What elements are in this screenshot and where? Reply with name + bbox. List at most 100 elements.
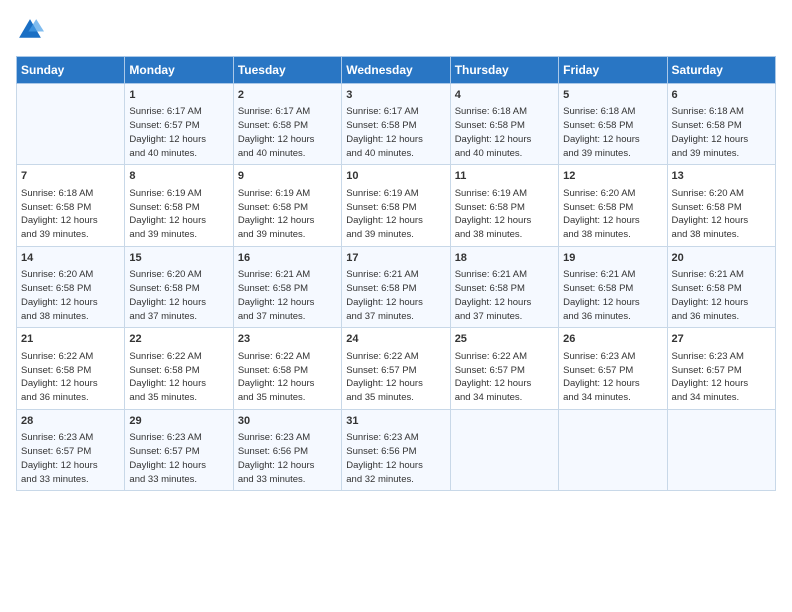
calendar-cell: 9 Sunrise: 6:19 AMSunset: 6:58 PMDaylight… [233, 165, 341, 246]
calendar-cell: 23 Sunrise: 6:22 AMSunset: 6:58 PMDayligh… [233, 328, 341, 409]
calendar-cell: 24 Sunrise: 6:22 AMSunset: 6:57 PMDayligh… [342, 328, 450, 409]
calendar-cell [667, 409, 775, 490]
page-header [16, 16, 776, 44]
calendar-cell [450, 409, 558, 490]
day-info: Sunrise: 6:21 AMSunset: 6:58 PMDaylight:… [238, 268, 337, 323]
day-header-sunday: Sunday [17, 57, 125, 84]
calendar-cell: 20Sunrise: 6:21 AMSunset: 6:58 PMDayligh… [667, 246, 775, 327]
calendar-cell: 18 Sunrise: 6:21 AMSunset: 6:58 PMDayligh… [450, 246, 558, 327]
day-number: 24 [346, 332, 445, 347]
day-number: 6 [672, 88, 771, 103]
day-number: 2 [238, 88, 337, 103]
day-number: 23 [238, 332, 337, 347]
day-info: Sunrise: 6:17 AMSunset: 6:58 PMDaylight:… [238, 105, 337, 160]
calendar-cell: 15 Sunrise: 6:20 AMSunset: 6:58 PMDayligh… [125, 246, 233, 327]
day-header-friday: Friday [559, 57, 667, 84]
day-info: Sunrise: 6:20 AMSunset: 6:58 PMDaylight:… [672, 187, 771, 242]
day-info: Sunrise: 6:20 AMSunset: 6:58 PMDaylight:… [563, 187, 662, 242]
day-number: 19 [563, 251, 662, 266]
day-info: Sunrise: 6:20 AMSunset: 6:58 PMDaylight:… [21, 268, 120, 323]
day-number: 30 [238, 414, 337, 429]
day-number: 15 [129, 251, 228, 266]
calendar-cell: 12 Sunrise: 6:20 AMSunset: 6:58 PMDayligh… [559, 165, 667, 246]
day-number: 17 [346, 251, 445, 266]
day-number: 14 [21, 251, 120, 266]
calendar-week-row: 14 Sunrise: 6:20 AMSunset: 6:58 PMDayligh… [17, 246, 776, 327]
day-info: Sunrise: 6:19 AMSunset: 6:58 PMDaylight:… [455, 187, 554, 242]
day-info: Sunrise: 6:19 AMSunset: 6:58 PMDaylight:… [129, 187, 228, 242]
day-info: Sunrise: 6:18 AMSunset: 6:58 PMDaylight:… [455, 105, 554, 160]
calendar-cell: 6 Sunrise: 6:18 AMSunset: 6:58 PMDaylight… [667, 84, 775, 165]
day-info: Sunrise: 6:21 AMSunset: 6:58 PMDaylight:… [455, 268, 554, 323]
day-info: Sunrise: 6:20 AMSunset: 6:58 PMDaylight:… [129, 268, 228, 323]
day-info: Sunrise: 6:22 AMSunset: 6:58 PMDaylight:… [238, 350, 337, 405]
calendar-cell: 2 Sunrise: 6:17 AMSunset: 6:58 PMDaylight… [233, 84, 341, 165]
calendar-week-row: 28 Sunrise: 6:23 AMSunset: 6:57 PMDayligh… [17, 409, 776, 490]
day-number: 1 [129, 88, 228, 103]
calendar-cell: 31 Sunrise: 6:23 AMSunset: 6:56 PMDayligh… [342, 409, 450, 490]
day-header-thursday: Thursday [450, 57, 558, 84]
logo [16, 16, 48, 44]
day-number: 18 [455, 251, 554, 266]
calendar-cell: 27 Sunrise: 6:23 AMSunset: 6:57 PMDayligh… [667, 328, 775, 409]
day-info: Sunrise: 6:23 AMSunset: 6:57 PMDaylight:… [672, 350, 771, 405]
day-header-monday: Monday [125, 57, 233, 84]
day-number: 4 [455, 88, 554, 103]
day-number: 10 [346, 169, 445, 184]
day-info: Sunrise: 6:21 AMSunset: 6:58 PMDaylight:… [672, 268, 771, 323]
day-header-tuesday: Tuesday [233, 57, 341, 84]
calendar-cell: 10 Sunrise: 6:19 AMSunset: 6:58 PMDayligh… [342, 165, 450, 246]
calendar-header-row: SundayMondayTuesdayWednesdayThursdayFrid… [17, 57, 776, 84]
day-info: Sunrise: 6:22 AMSunset: 6:58 PMDaylight:… [21, 350, 120, 405]
day-header-saturday: Saturday [667, 57, 775, 84]
day-number: 5 [563, 88, 662, 103]
day-number: 27 [672, 332, 771, 347]
day-number: 16 [238, 251, 337, 266]
day-number: 26 [563, 332, 662, 347]
day-number: 29 [129, 414, 228, 429]
day-info: Sunrise: 6:22 AMSunset: 6:57 PMDaylight:… [455, 350, 554, 405]
day-header-wednesday: Wednesday [342, 57, 450, 84]
calendar-cell: 17Sunrise: 6:21 AMSunset: 6:58 PMDayligh… [342, 246, 450, 327]
day-number: 11 [455, 169, 554, 184]
day-number: 7 [21, 169, 120, 184]
day-number: 8 [129, 169, 228, 184]
day-info: Sunrise: 6:22 AMSunset: 6:58 PMDaylight:… [129, 350, 228, 405]
day-number: 21 [21, 332, 120, 347]
day-info: Sunrise: 6:23 AMSunset: 6:57 PMDaylight:… [129, 431, 228, 486]
calendar-cell: 28 Sunrise: 6:23 AMSunset: 6:57 PMDayligh… [17, 409, 125, 490]
day-number: 28 [21, 414, 120, 429]
day-info: Sunrise: 6:18 AMSunset: 6:58 PMDaylight:… [672, 105, 771, 160]
day-number: 3 [346, 88, 445, 103]
calendar-cell: 26 Sunrise: 6:23 AMSunset: 6:57 PMDayligh… [559, 328, 667, 409]
day-number: 31 [346, 414, 445, 429]
calendar-cell: 21 Sunrise: 6:22 AMSunset: 6:58 PMDayligh… [17, 328, 125, 409]
calendar-cell [17, 84, 125, 165]
day-info: Sunrise: 6:18 AMSunset: 6:58 PMDaylight:… [21, 187, 120, 242]
calendar-cell: 19 Sunrise: 6:21 AMSunset: 6:58 PMDayligh… [559, 246, 667, 327]
day-info: Sunrise: 6:18 AMSunset: 6:58 PMDaylight:… [563, 105, 662, 160]
calendar-cell [559, 409, 667, 490]
calendar-cell: 14 Sunrise: 6:20 AMSunset: 6:58 PMDayligh… [17, 246, 125, 327]
calendar-cell: 3 Sunrise: 6:17 AMSunset: 6:58 PMDaylight… [342, 84, 450, 165]
day-info: Sunrise: 6:17 AMSunset: 6:58 PMDaylight:… [346, 105, 445, 160]
calendar-cell: 25Sunrise: 6:22 AMSunset: 6:57 PMDayligh… [450, 328, 558, 409]
calendar-table: SundayMondayTuesdayWednesdayThursdayFrid… [16, 56, 776, 491]
calendar-week-row: 1 Sunrise: 6:17 AMSunset: 6:57 PMDaylight… [17, 84, 776, 165]
day-info: Sunrise: 6:19 AMSunset: 6:58 PMDaylight:… [238, 187, 337, 242]
day-number: 9 [238, 169, 337, 184]
day-info: Sunrise: 6:17 AMSunset: 6:57 PMDaylight:… [129, 105, 228, 160]
calendar-week-row: 7 Sunrise: 6:18 AMSunset: 6:58 PMDaylight… [17, 165, 776, 246]
day-info: Sunrise: 6:23 AMSunset: 6:57 PMDaylight:… [21, 431, 120, 486]
calendar-week-row: 21 Sunrise: 6:22 AMSunset: 6:58 PMDayligh… [17, 328, 776, 409]
calendar-cell: 5 Sunrise: 6:18 AMSunset: 6:58 PMDaylight… [559, 84, 667, 165]
logo-icon [16, 16, 44, 44]
day-info: Sunrise: 6:19 AMSunset: 6:58 PMDaylight:… [346, 187, 445, 242]
day-info: Sunrise: 6:22 AMSunset: 6:57 PMDaylight:… [346, 350, 445, 405]
day-number: 12 [563, 169, 662, 184]
day-info: Sunrise: 6:21 AMSunset: 6:58 PMDaylight:… [563, 268, 662, 323]
day-info: Sunrise: 6:23 AMSunset: 6:56 PMDaylight:… [346, 431, 445, 486]
day-info: Sunrise: 6:23 AMSunset: 6:57 PMDaylight:… [563, 350, 662, 405]
day-number: 13 [672, 169, 771, 184]
calendar-cell: 1 Sunrise: 6:17 AMSunset: 6:57 PMDaylight… [125, 84, 233, 165]
